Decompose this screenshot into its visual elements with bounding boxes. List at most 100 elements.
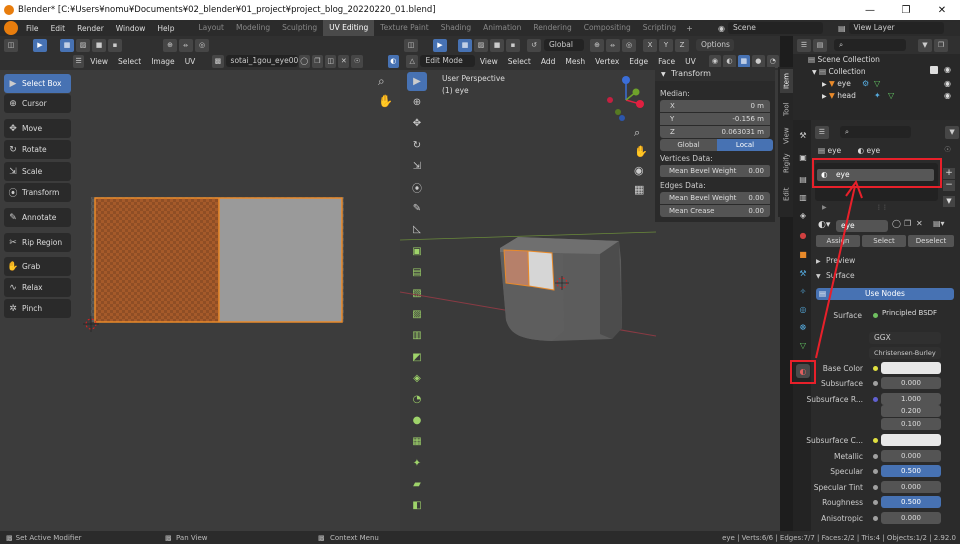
properties-editor-icon[interactable]: ☰ (815, 125, 829, 139)
tool-cursor[interactable]: ⊕ Cursor (4, 94, 71, 113)
property-value-field[interactable]: 0.500 (881, 496, 941, 508)
uv-view-toggle-icon[interactable]: ☰ (73, 54, 85, 68)
fake-user-shield-icon[interactable]: ◯ (892, 219, 901, 228)
sidebar-tab-rigify[interactable]: Rigify (780, 151, 793, 175)
tab-animation[interactable]: Animation (477, 20, 527, 36)
shading-material-icon[interactable]: ◔ (766, 54, 779, 68)
add-workspace-icon[interactable]: + (682, 24, 697, 33)
filter-icon[interactable]: ▼ (918, 38, 932, 52)
property-value-field[interactable]: 0.000 (881, 481, 941, 493)
subsurface-method-dropdown[interactable]: Christensen-Burley (869, 347, 941, 359)
display-mode-icon[interactable]: ▤ (813, 38, 827, 52)
viewport-menu-select[interactable]: Select (503, 57, 536, 66)
edge-select-icon[interactable]: ▨ (474, 38, 488, 52)
orientation-icon[interactable]: ↺ (527, 38, 541, 52)
unlink-image-icon[interactable]: ✕ (338, 54, 350, 68)
viewport-editor-type-icon[interactable]: ◫ (404, 38, 418, 52)
mirror-x-icon[interactable]: X (643, 38, 657, 52)
viewport-proportional-icon[interactable]: ◎ (622, 38, 636, 52)
rotate-icon[interactable]: ↻ (407, 136, 427, 155)
tool-move[interactable]: ✥ Move (4, 119, 71, 138)
face-select-icon[interactable]: ■ (490, 38, 504, 52)
viewport-zoom-icon[interactable]: ⌕ (634, 126, 640, 140)
poly-build-icon[interactable]: ◈ (407, 369, 427, 388)
global-toggle[interactable]: Global (660, 139, 717, 151)
tab-sculpting[interactable]: Sculpting (276, 20, 323, 36)
property-value-field[interactable]: 0.000 (881, 512, 941, 524)
viewport-menu-view[interactable]: View (475, 57, 503, 66)
property-value-field[interactable]: 1.000 (881, 393, 941, 405)
viewport-menu-vertex[interactable]: Vertex (590, 57, 624, 66)
properties-scrollbar[interactable] (944, 128, 956, 528)
uv-sticky-icon[interactable]: ▪ (108, 38, 122, 52)
mirror-y-icon[interactable]: Y (659, 38, 673, 52)
distribution-dropdown[interactable]: GGX (869, 332, 941, 344)
viewport-menu-face[interactable]: Face (653, 57, 680, 66)
outliner-editor-icon[interactable]: ☰ (797, 38, 811, 52)
tab-shading[interactable]: Shading (435, 20, 477, 36)
local-toggle[interactable]: Local (717, 139, 773, 151)
tool-transform[interactable]: ⦿ Transform (4, 183, 71, 202)
tool-rotate[interactable]: ↻ Rotate (4, 140, 71, 159)
options-dropdown[interactable]: Options (696, 39, 734, 51)
viewport-select-icon[interactable]: ▶ (433, 38, 447, 52)
property-value-field[interactable] (881, 434, 941, 446)
zoom-icon[interactable]: ⌕ (378, 74, 385, 89)
tab-layout[interactable]: Layout (192, 20, 230, 36)
unlink-material-icon[interactable]: ✕ (916, 219, 923, 228)
surface-panel-header[interactable]: ▼ Surface (816, 271, 855, 280)
scale-icon[interactable]: ⇲ (407, 157, 427, 176)
snap-icon[interactable]: ⦵ (179, 38, 193, 52)
move-icon[interactable]: ✥ (407, 114, 427, 133)
tab-compositing[interactable]: Compositing (578, 20, 637, 36)
pin-image-icon[interactable]: ☉ (351, 54, 363, 68)
viewport-pivot-icon[interactable]: ⊕ (590, 38, 604, 52)
view-layer-tab-icon[interactable]: ▥ (796, 190, 810, 204)
material-browse-icon[interactable]: ◐▾ (818, 220, 830, 230)
orientation-dropdown[interactable]: Global (544, 39, 584, 51)
uv-face-icon[interactable]: ■ (92, 38, 106, 52)
vertex-select-icon[interactable]: ▦ (458, 38, 472, 52)
world-tab-icon[interactable]: ● (796, 228, 810, 242)
output-tab-icon[interactable]: ▤ (796, 172, 810, 186)
3d-scene[interactable] (400, 200, 656, 360)
tab-uv-editing[interactable]: UV Editing (323, 20, 375, 36)
uv-menu-image[interactable]: Image (146, 57, 180, 66)
data-tab-icon[interactable]: ▽ (796, 338, 810, 352)
list-expand-icon[interactable]: ▶ (822, 204, 827, 211)
transform-panel-header[interactable]: ▼ Transform (655, 67, 775, 81)
perspective-toggle-icon[interactable]: ▦ (634, 183, 644, 196)
collection-row[interactable]: ▼ ▤ Collection (812, 67, 866, 76)
uv-island-icon[interactable]: ▨ (76, 38, 90, 52)
head-visibility-icon[interactable]: ◉ (944, 91, 951, 100)
minimize-button[interactable]: — (852, 0, 888, 20)
view-object-types-icon[interactable]: ◉ (708, 54, 722, 68)
outliner-item-eye[interactable]: ▶ ▼ eye (822, 79, 851, 88)
new-collection-icon[interactable]: ❐ (934, 38, 948, 52)
xray-icon[interactable]: ▦ (737, 54, 751, 68)
viewport-menu-edge[interactable]: Edge (624, 57, 653, 66)
use-nodes-button[interactable]: ▤ Use Nodes (816, 288, 954, 300)
median-x-field[interactable]: X 0 m (660, 100, 770, 112)
render-tab-icon[interactable]: ▣ (796, 150, 810, 164)
property-value-field[interactable]: 0.200 (881, 405, 941, 417)
assign-button[interactable]: Assign (816, 235, 860, 247)
select-box-icon[interactable]: ▶ (407, 72, 427, 91)
viewport-menu-add[interactable]: Add (536, 57, 561, 66)
property-value-field[interactable]: 0.000 (881, 450, 941, 462)
select-mode-icon[interactable]: ▶ (33, 38, 47, 52)
image-browse-icon[interactable]: ▩ (212, 54, 224, 68)
navigation-gizmo[interactable] (598, 72, 654, 138)
eye-mesh[interactable] (503, 249, 555, 291)
pivot-icon[interactable]: ⊕ (163, 38, 177, 52)
sidebar-tab-item[interactable]: Item (780, 69, 793, 93)
tool-annotate[interactable]: ✎ Annotate (4, 208, 71, 227)
uv-sync-icon[interactable]: ▦ (60, 38, 74, 52)
viewport-snap-icon[interactable]: ⦵ (606, 38, 620, 52)
property-value-field[interactable] (881, 362, 941, 374)
eye-visibility-icon[interactable]: ◉ (944, 79, 951, 88)
surface-shader-field[interactable]: Principled BSDF (882, 309, 937, 317)
median-y-field[interactable]: Y -0.156 m (660, 113, 770, 125)
open-image-icon[interactable]: ◫ (325, 54, 337, 68)
image-name-field[interactable]: sotai_1gou_eye00 (225, 55, 298, 67)
